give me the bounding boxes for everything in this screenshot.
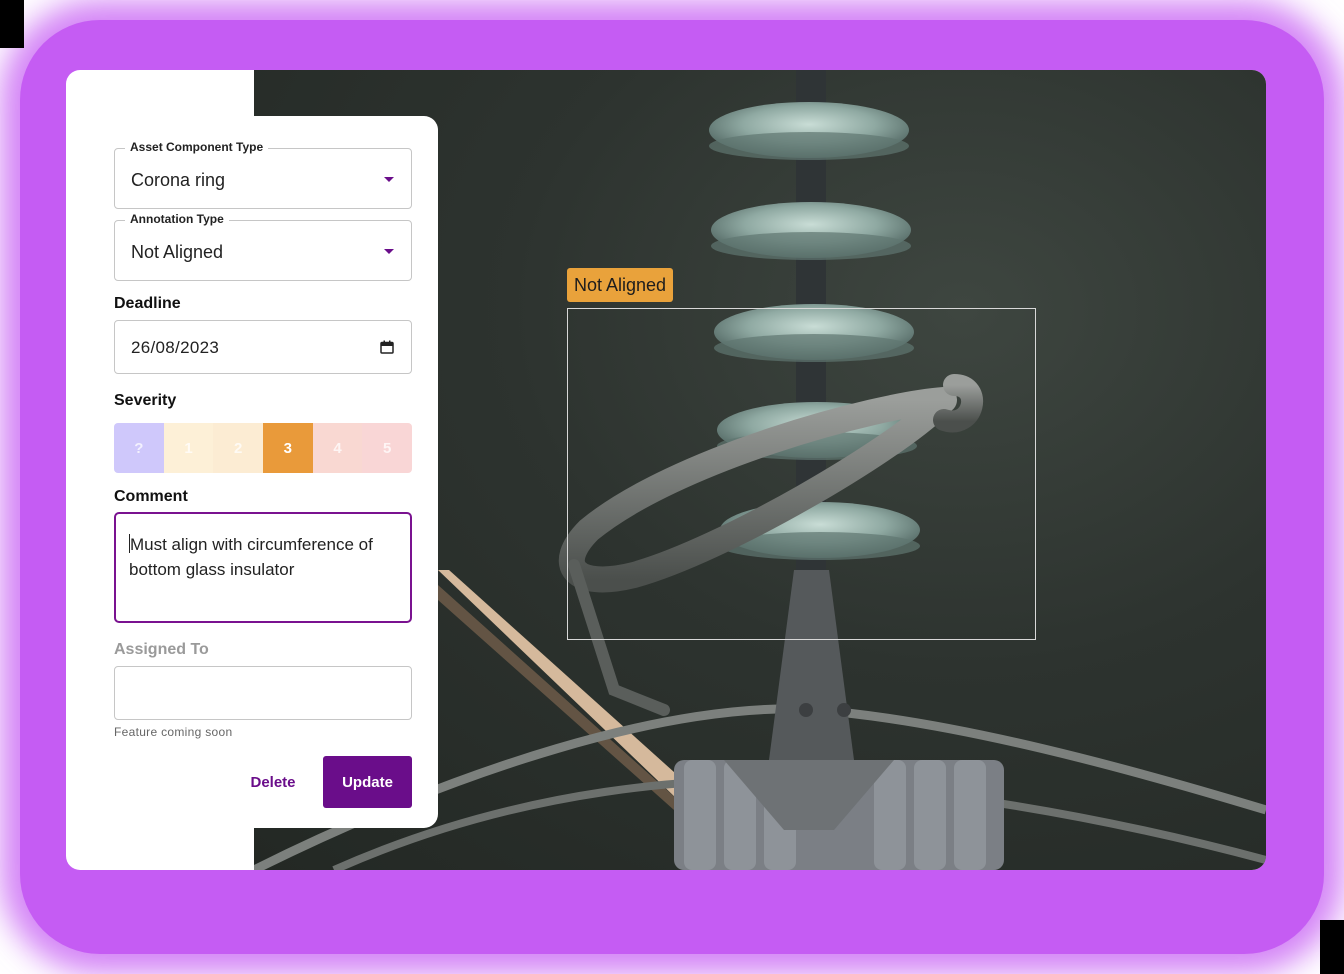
assigned-to-helper-text: Feature coming soon xyxy=(114,725,233,739)
assigned-to-label: Assigned To xyxy=(114,641,209,658)
asset-component-type-label: Asset Component Type xyxy=(125,140,269,154)
annotation-bounding-box[interactable] xyxy=(567,308,1036,640)
update-button[interactable]: Update xyxy=(323,756,412,808)
annotation-type-label: Annotation Type xyxy=(125,212,229,226)
annotation-type-value: Not Aligned xyxy=(131,242,224,262)
severity-label: Severity xyxy=(114,392,177,409)
severity-option-2[interactable]: 2 xyxy=(213,423,264,473)
annotation-label[interactable]: Not Aligned xyxy=(567,268,674,302)
deadline-label: Deadline xyxy=(114,295,181,312)
delete-button[interactable]: Delete xyxy=(238,756,308,808)
chevron-down-icon xyxy=(384,177,394,182)
asset-component-type-value: Corona ring xyxy=(131,170,226,190)
comment-textarea[interactable]: Must align with circumference of bottom … xyxy=(114,512,412,623)
comment-label: Comment xyxy=(114,488,188,505)
annotation-form-panel: Asset Component Type Corona ring Annotat… xyxy=(66,116,438,828)
severity-option-1[interactable]: 1 xyxy=(163,423,214,473)
comment-text: Must align with circumference of bottom … xyxy=(129,535,373,579)
severity-selector: ? 1 2 3 4 5 xyxy=(114,423,412,473)
calendar-icon[interactable] xyxy=(380,340,394,354)
severity-option-3[interactable]: 3 xyxy=(263,423,313,473)
chevron-down-icon xyxy=(384,249,394,254)
severity-option-4[interactable]: 4 xyxy=(312,423,363,473)
assigned-to-input xyxy=(114,666,412,720)
asset-component-type-select[interactable]: Asset Component Type Corona ring xyxy=(114,140,412,209)
severity-option-5[interactable]: 5 xyxy=(362,423,412,473)
deadline-date-input[interactable]: 26/08/2023 xyxy=(114,320,412,374)
corner-block xyxy=(1320,920,1344,974)
severity-option-unknown[interactable]: ? xyxy=(114,423,164,473)
deadline-value: 26/08/2023 xyxy=(131,338,220,357)
corner-block xyxy=(0,0,24,48)
annotation-type-select[interactable]: Annotation Type Not Aligned xyxy=(114,212,412,281)
